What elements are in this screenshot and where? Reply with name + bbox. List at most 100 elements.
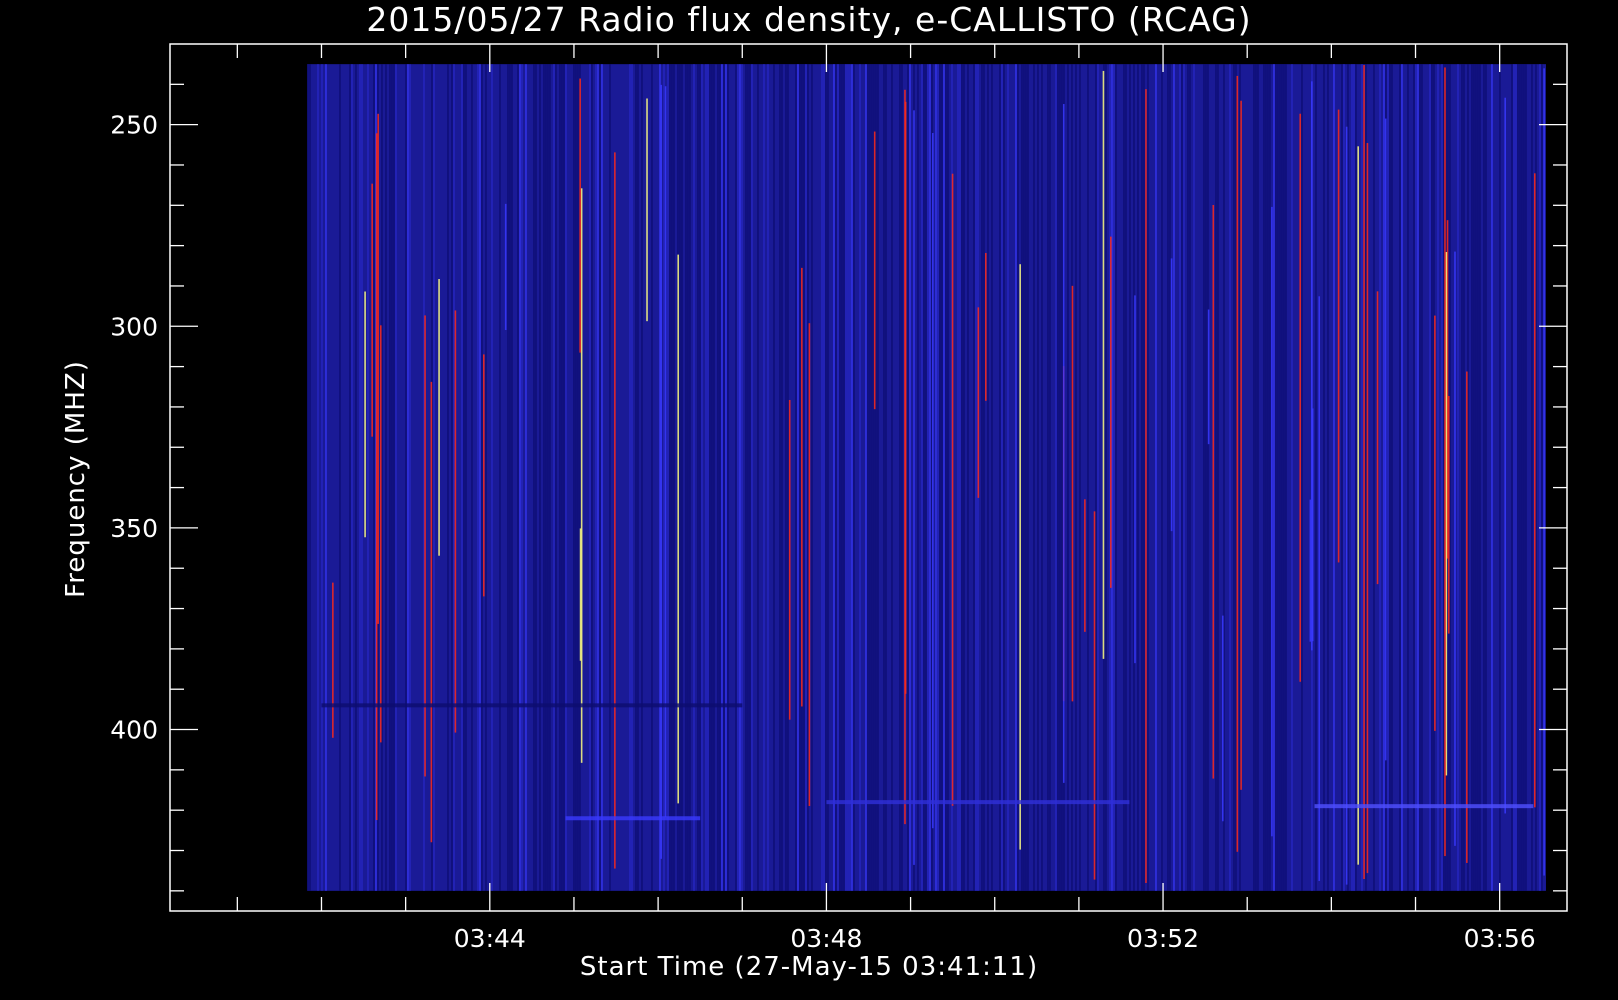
noise-column — [1353, 64, 1355, 891]
noise-column — [921, 64, 923, 891]
streak — [801, 267, 803, 707]
noise-column — [705, 64, 707, 891]
noise-column — [321, 64, 323, 891]
x-tick-label: 03:56 — [1464, 924, 1536, 953]
noise-column — [1485, 64, 1487, 891]
noise-column — [451, 64, 453, 891]
streak — [1084, 499, 1086, 632]
streak — [1454, 251, 1456, 846]
interference-band — [565, 816, 701, 821]
noise-column — [1189, 64, 1191, 891]
noise-column — [757, 64, 759, 891]
streak — [1345, 126, 1348, 885]
noise-column — [1401, 64, 1403, 891]
noise-column — [799, 64, 801, 891]
noise-column — [741, 64, 743, 891]
noise-column — [1473, 64, 1475, 891]
spectrogram-heatmap — [307, 64, 1546, 891]
streak — [932, 133, 934, 829]
streak — [483, 354, 485, 597]
streak — [1534, 173, 1536, 808]
noise-column — [595, 64, 597, 891]
noise-column — [725, 64, 727, 891]
noise-column — [1517, 64, 1519, 891]
streak — [1110, 236, 1112, 588]
streak — [1311, 408, 1314, 642]
streak — [1357, 146, 1359, 865]
noise-column — [1431, 64, 1433, 891]
noise-column — [927, 64, 929, 891]
streak — [951, 173, 954, 806]
noise-column — [867, 64, 869, 891]
noise-column — [823, 64, 825, 891]
noise-column — [711, 64, 713, 891]
noise-column — [687, 64, 689, 891]
streak — [1504, 97, 1506, 814]
noise-column — [1023, 64, 1025, 891]
noise-column — [1389, 64, 1391, 891]
noise-column — [517, 64, 519, 891]
noise-column — [433, 64, 435, 891]
noise-column — [669, 64, 671, 891]
noise-column — [1183, 64, 1185, 891]
noise-column — [1275, 64, 1277, 891]
streak — [1062, 104, 1065, 783]
streak — [1318, 296, 1321, 881]
noise-column — [1383, 64, 1385, 891]
noise-column — [385, 64, 387, 891]
noise-column — [543, 64, 545, 891]
noise-column — [1333, 64, 1335, 891]
noise-column — [719, 64, 721, 891]
noise-column — [507, 64, 509, 891]
streak — [1434, 315, 1436, 731]
noise-column — [1429, 64, 1431, 891]
noise-column — [843, 64, 845, 891]
noise-column — [651, 64, 653, 891]
noise-column — [739, 64, 741, 891]
noise-column — [481, 64, 483, 891]
noise-column — [325, 64, 327, 891]
noise-column — [361, 64, 363, 891]
noise-column — [751, 64, 753, 891]
noise-column — [735, 64, 737, 891]
streak — [1170, 258, 1173, 532]
noise-column — [999, 64, 1001, 891]
noise-column — [351, 64, 353, 891]
noise-column — [599, 64, 601, 891]
noise-column — [713, 64, 715, 891]
streak — [614, 152, 616, 869]
streak — [430, 381, 433, 843]
streak — [579, 78, 581, 353]
streak — [1337, 109, 1340, 563]
noise-column — [309, 64, 311, 891]
noise-column — [355, 64, 357, 891]
noise-column — [525, 64, 527, 891]
interference-band — [321, 703, 743, 708]
streak — [371, 183, 373, 437]
noise-column — [601, 64, 603, 891]
streak — [1212, 204, 1215, 779]
noise-column — [1003, 64, 1005, 891]
noise-column — [901, 64, 903, 891]
streak — [1466, 371, 1468, 863]
noise-column — [477, 64, 479, 891]
streak — [1236, 75, 1239, 852]
noise-column — [1079, 64, 1081, 891]
noise-column — [747, 64, 749, 891]
noise-column — [1355, 64, 1357, 891]
noise-column — [485, 64, 487, 891]
noise-column — [773, 64, 775, 891]
noise-column — [909, 64, 911, 891]
noise-column — [461, 64, 463, 891]
noise-column — [1097, 64, 1099, 891]
interference-band — [826, 800, 1130, 805]
noise-column — [1515, 64, 1517, 891]
noise-column — [841, 64, 843, 891]
noise-column — [939, 64, 941, 891]
noise-column — [825, 64, 827, 891]
noise-column — [1531, 64, 1533, 891]
noise-column — [1483, 64, 1485, 891]
noise-column — [805, 64, 807, 891]
noise-column — [1021, 64, 1023, 891]
noise-column — [1067, 64, 1069, 891]
